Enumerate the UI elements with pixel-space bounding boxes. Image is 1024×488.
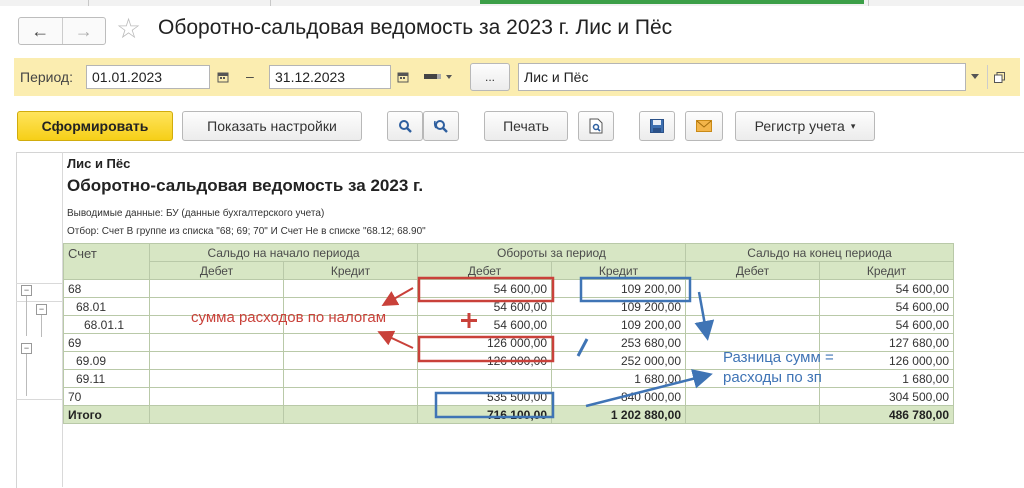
annotation-slash bbox=[576, 338, 589, 357]
annotation-difference: Разница сумм = расходы по зп bbox=[723, 348, 834, 388]
annotation-difference-line1: Разница сумм = bbox=[723, 349, 834, 366]
annotation-blue-arrow bbox=[585, 369, 713, 408]
annotation-red-arrow bbox=[377, 330, 414, 349]
annotation-red-arrow bbox=[381, 287, 414, 306]
annotation-plus-icon bbox=[461, 313, 477, 328]
annotation-red-box bbox=[417, 276, 555, 303]
annotation-tax-expenses: сумма расходов по налогам bbox=[191, 309, 387, 326]
annotation-red-box bbox=[417, 335, 555, 363]
annotation-blue-arrow bbox=[694, 291, 715, 341]
annotation-difference-line2: расходы по зп bbox=[723, 369, 822, 386]
annotation-overlay bbox=[377, 276, 715, 419]
annotation-blue-box bbox=[434, 391, 555, 419]
annotation-blue-box bbox=[579, 276, 692, 303]
